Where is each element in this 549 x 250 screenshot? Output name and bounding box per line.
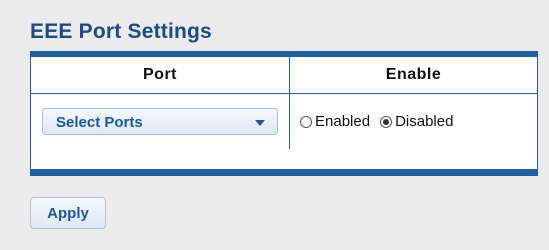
radio-option-enabled[interactable]: Enabled: [300, 113, 370, 130]
chevron-down-icon: [255, 120, 265, 126]
port-select[interactable]: Select Ports: [42, 108, 278, 135]
enable-cell: Enabled Disabled: [290, 94, 537, 149]
table-bottom-border: [30, 169, 538, 176]
table-row: Select Ports Enabled Disabled: [31, 94, 537, 149]
column-header-enable: Enable: [290, 57, 537, 93]
settings-table: Port Enable Select Ports Enabled Disable…: [30, 51, 538, 176]
apply-button[interactable]: Apply: [30, 197, 106, 229]
eee-port-settings-page: EEE Port Settings Port Enable Select Por…: [0, 0, 549, 250]
radio-disabled[interactable]: [380, 115, 393, 128]
port-select-value: Select Ports: [56, 114, 143, 131]
column-header-port: Port: [31, 57, 290, 93]
radio-option-disabled[interactable]: Disabled: [380, 113, 453, 130]
page-title: EEE Port Settings: [30, 20, 212, 43]
table-header-row: Port Enable: [31, 57, 537, 94]
radio-enabled[interactable]: [300, 115, 312, 128]
radio-enabled-label: Enabled: [315, 113, 371, 130]
port-cell: Select Ports: [31, 94, 290, 149]
radio-disabled-label: Disabled: [395, 113, 454, 130]
enable-radio-group: Enabled Disabled: [290, 113, 453, 130]
